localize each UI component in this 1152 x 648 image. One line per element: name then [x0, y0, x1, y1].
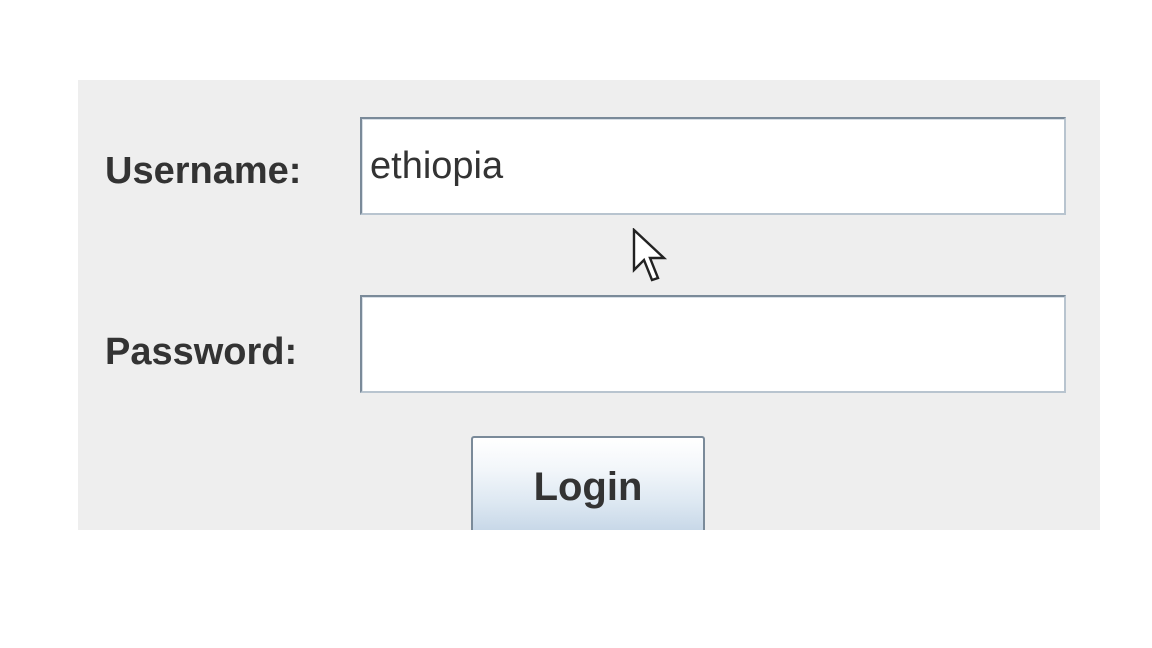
- login-panel: Username: Password: Login: [78, 80, 1100, 530]
- login-button[interactable]: Login: [471, 436, 705, 530]
- username-label: Username:: [105, 150, 302, 192]
- arrow-pointer-icon: [632, 228, 668, 282]
- password-label: Password:: [105, 331, 298, 373]
- password-field[interactable]: [360, 295, 1066, 393]
- username-field[interactable]: [360, 117, 1066, 215]
